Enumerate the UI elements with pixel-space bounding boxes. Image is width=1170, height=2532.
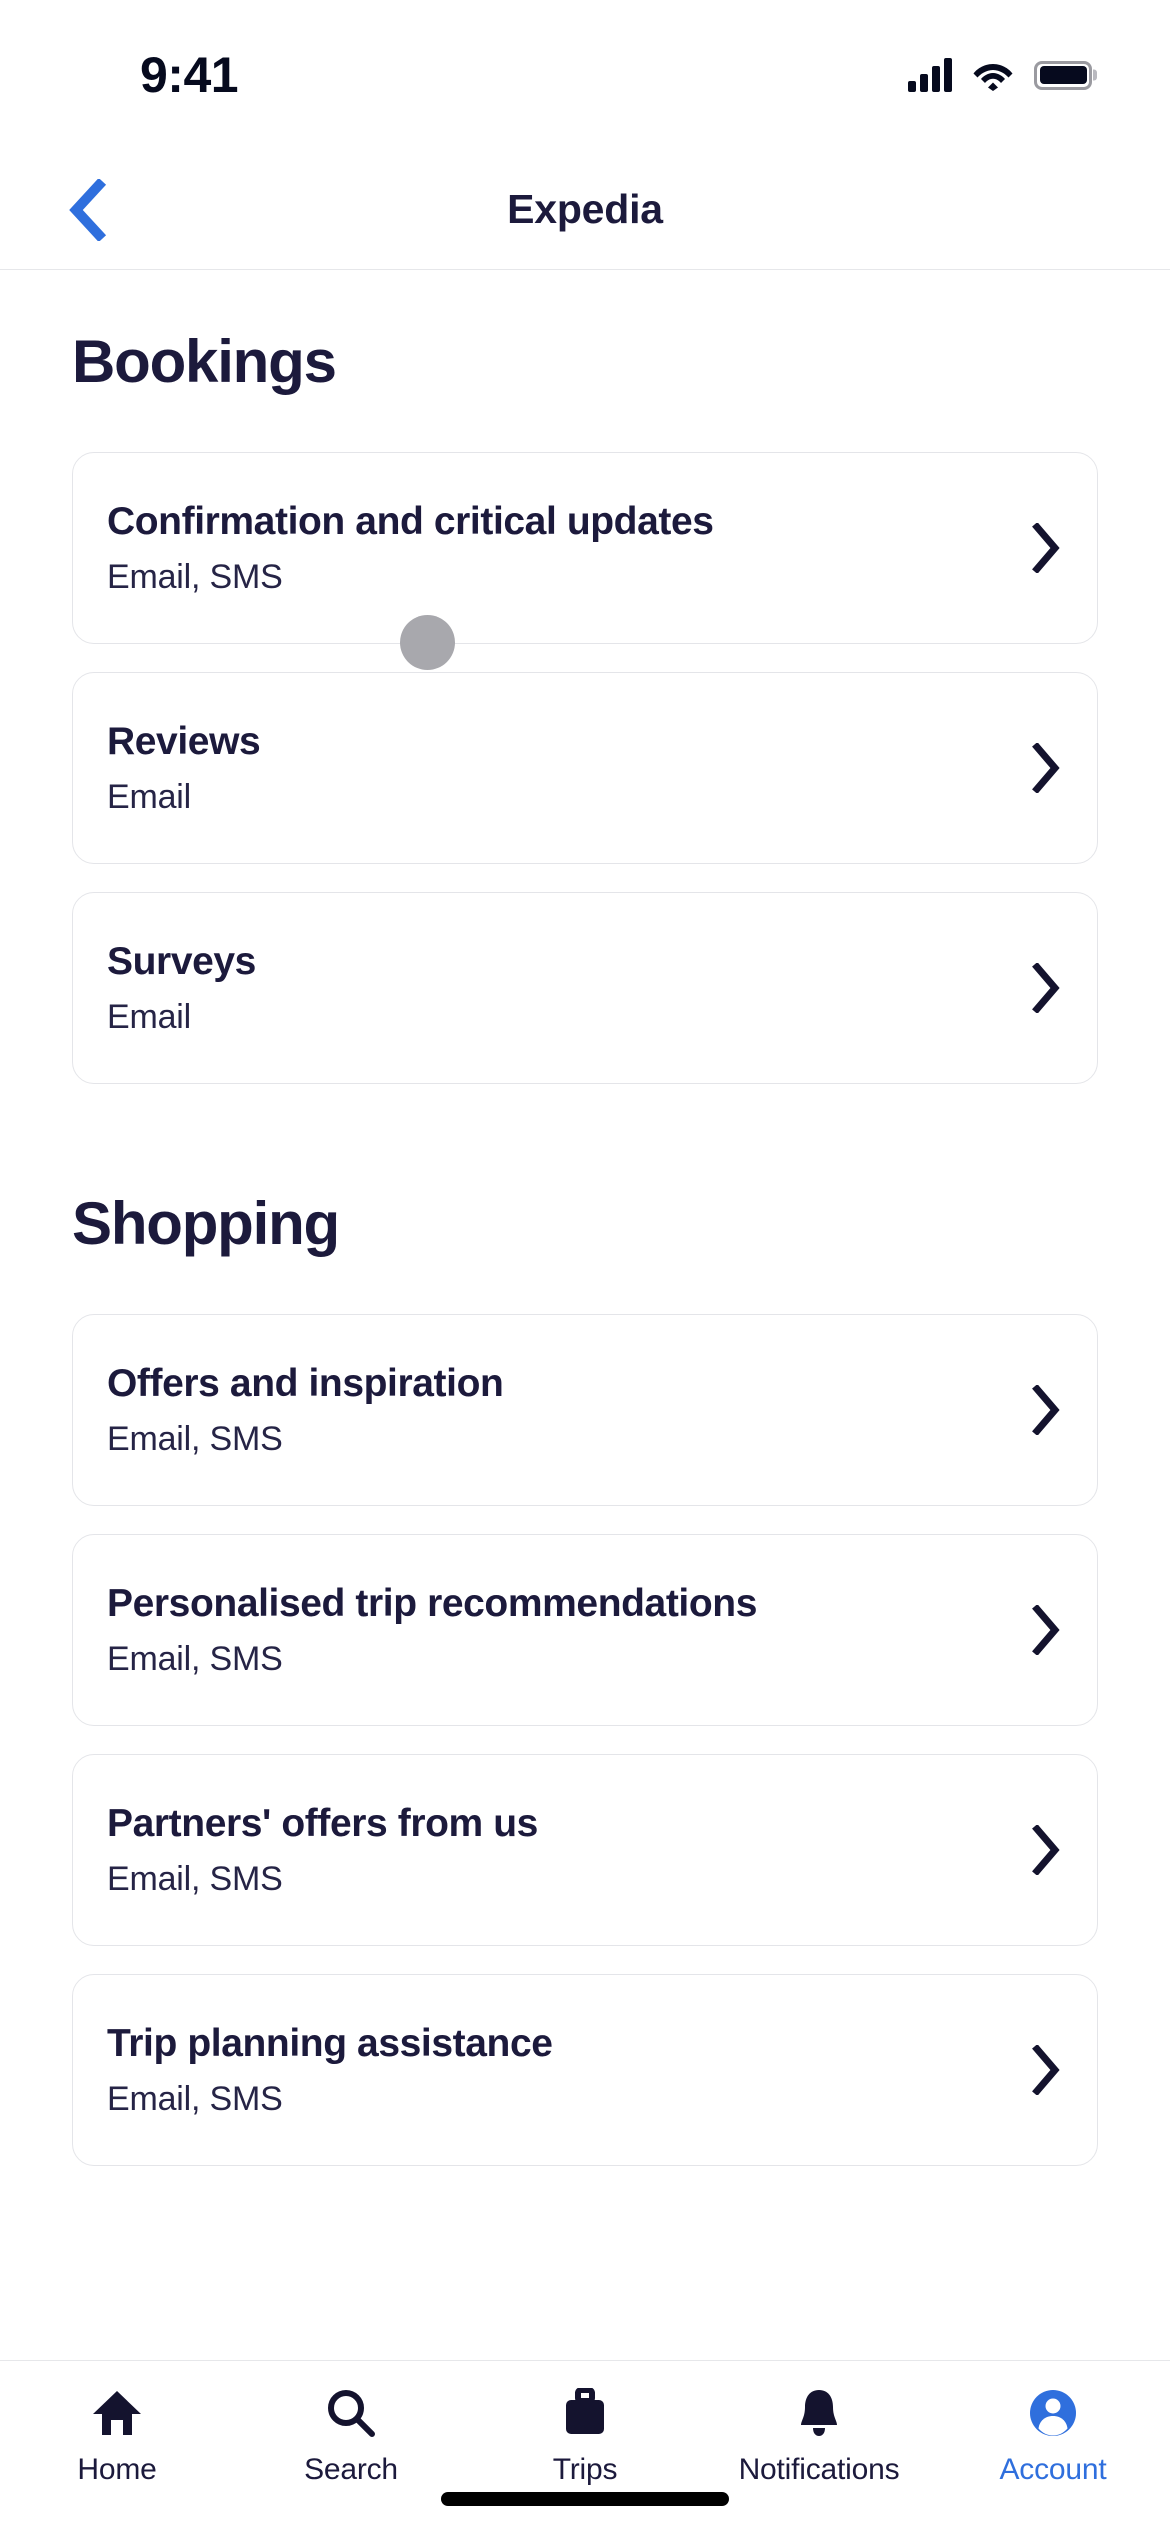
chevron-right-icon [1031, 743, 1061, 793]
tab-account[interactable]: Account [936, 2387, 1170, 2487]
wifi-icon [973, 64, 1013, 91]
back-button[interactable] [54, 176, 122, 244]
list-item-channels: Email, SMS [107, 1859, 283, 1898]
chevron-right-icon [1031, 1605, 1061, 1655]
tab-label: Account [999, 2453, 1107, 2486]
list-item-channels: Email [107, 777, 192, 816]
card-text: Offers and inspiration Email, SMS [107, 1361, 1011, 1460]
tab-home[interactable]: Home [0, 2387, 234, 2487]
list-item[interactable]: Trip planning assistance Email, SMS [72, 1974, 1098, 2166]
tab-notifications[interactable]: Notifications [702, 2387, 936, 2487]
list-item-title: Offers and inspiration [107, 1361, 504, 1405]
section-heading-bookings: Bookings [72, 328, 337, 395]
list-item-title: Reviews [107, 719, 261, 763]
list-item-channels: Email [107, 997, 192, 1036]
list-item-title: Confirmation and critical updates [107, 499, 714, 543]
app-screen: 9:41 Expedia Bookings Confirmation and c… [0, 0, 1170, 2532]
list-item-title: Partners' offers from us [107, 1801, 538, 1845]
battery-icon [1034, 60, 1092, 90]
list-item-channels: Email, SMS [107, 557, 283, 596]
list-item[interactable]: Confirmation and critical updates Email,… [72, 452, 1098, 644]
briefcase-icon [559, 2387, 611, 2439]
list-item-title: Surveys [107, 939, 256, 983]
card-text: Partners' offers from us Email, SMS [107, 1801, 1011, 1900]
card-text: Trip planning assistance Email, SMS [107, 2021, 1011, 2120]
tab-trips[interactable]: Trips [468, 2387, 702, 2487]
list-item[interactable]: Partners' offers from us Email, SMS [72, 1754, 1098, 1946]
list-item-title: Personalised trip recommendations [107, 1581, 757, 1625]
card-text: Surveys Email [107, 939, 1011, 1038]
status-icons [908, 58, 1092, 92]
page-title: Expedia [507, 186, 663, 232]
chevron-right-icon [1031, 963, 1061, 1013]
list-item-channels: Email, SMS [107, 1419, 283, 1458]
chevron-right-icon [1031, 1385, 1061, 1435]
chevron-right-icon [1031, 2045, 1061, 2095]
list-item[interactable]: Surveys Email [72, 892, 1098, 1084]
search-icon [325, 2387, 377, 2439]
list-item[interactable]: Reviews Email [72, 672, 1098, 864]
chevron-right-icon [1031, 1825, 1061, 1875]
bottom-tab-bar: Home Search Trips Notifications Account [0, 2360, 1170, 2532]
list-item-channels: Email, SMS [107, 1639, 283, 1678]
list-item-title: Trip planning assistance [107, 2021, 553, 2065]
bell-icon [793, 2387, 845, 2439]
list-item-channels: Email, SMS [107, 2079, 283, 2118]
cellular-signal-icon [908, 58, 952, 92]
home-icon [91, 2387, 143, 2439]
home-indicator [441, 2492, 729, 2506]
tab-label: Search [304, 2453, 398, 2486]
chevron-right-icon [1031, 523, 1061, 573]
tab-label: Trips [552, 2453, 618, 2486]
section-heading-shopping: Shopping [72, 1190, 340, 1257]
tab-label: Notifications [738, 2453, 900, 2486]
chevron-left-icon [69, 178, 107, 241]
navigation-bar: Expedia [0, 150, 1170, 270]
card-text: Personalised trip recommendations Email,… [107, 1581, 1011, 1680]
status-bar: 9:41 [0, 0, 1170, 150]
tab-label: Home [77, 2453, 157, 2486]
card-text: Confirmation and critical updates Email,… [107, 499, 1011, 598]
tab-search[interactable]: Search [234, 2387, 468, 2487]
settings-list: Bookings Confirmation and critical updat… [0, 270, 1170, 2360]
account-person-icon [1027, 2387, 1079, 2439]
list-item[interactable]: Offers and inspiration Email, SMS [72, 1314, 1098, 1506]
card-text: Reviews Email [107, 719, 1011, 818]
status-time: 9:41 [140, 47, 239, 103]
list-item[interactable]: Personalised trip recommendations Email,… [72, 1534, 1098, 1726]
